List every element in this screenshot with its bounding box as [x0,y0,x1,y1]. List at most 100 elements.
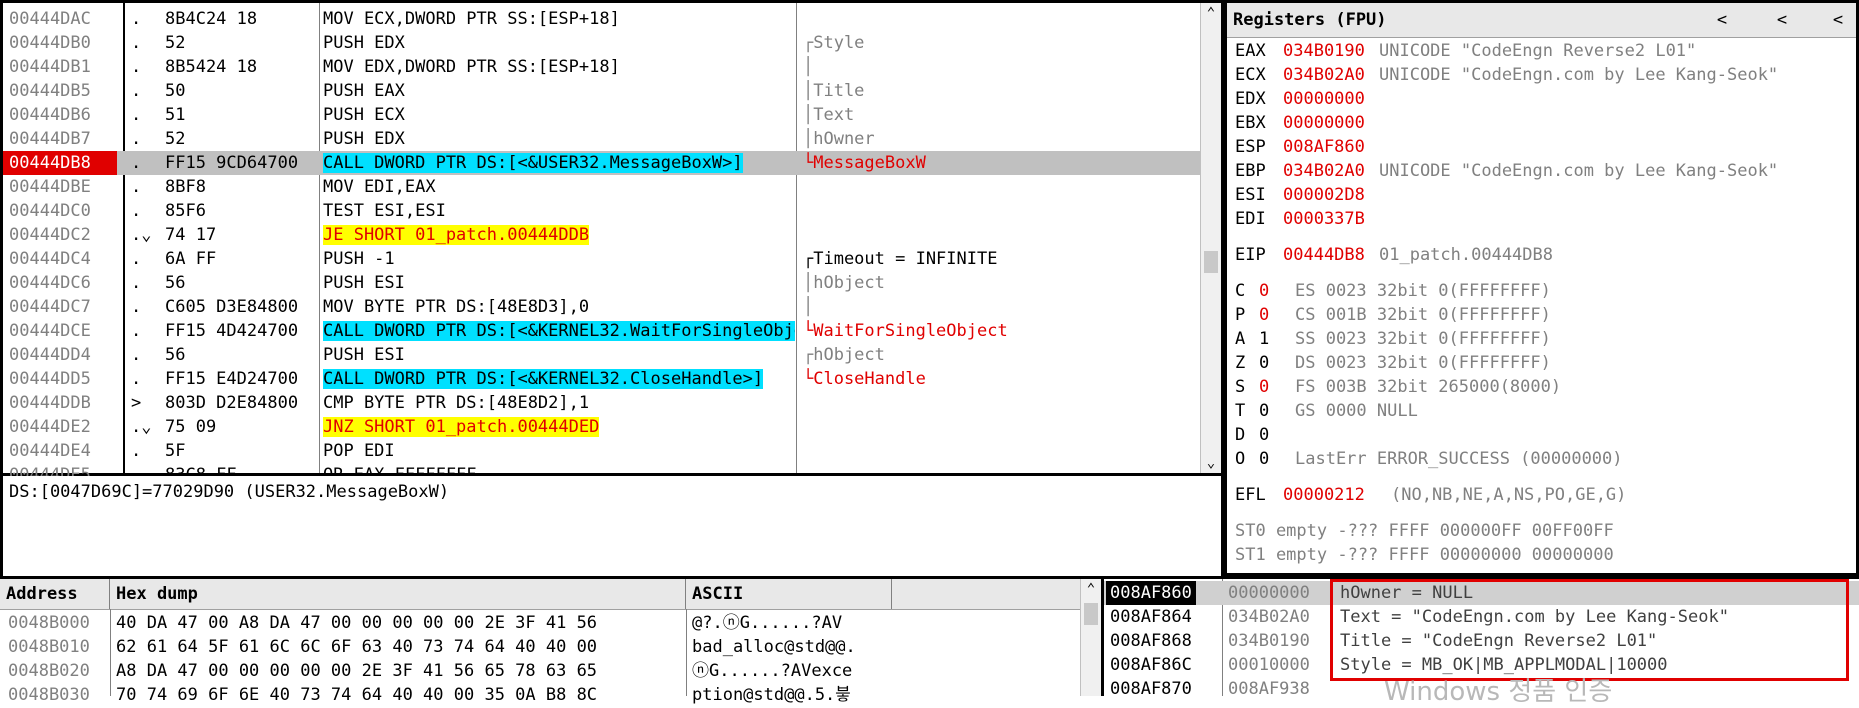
instruction-text: CMP BYTE PTR DS:[48E8D2],1 [323,393,590,413]
chevron-left-icon[interactable]: < [1823,3,1853,37]
register-row[interactable]: EBP 034B02A0 UNICODE "CodeEngn.com by Lee … [1235,159,1852,183]
instruction-cell: MOV EDX,DWORD PTR SS:[ESP+18] [323,55,795,79]
fpu-row[interactable]: ST1 empty -??? FFFF 00000000 00000000 [1235,543,1852,567]
register-value[interactable]: 0000337B [1283,207,1365,231]
flag-value[interactable]: 0 [1259,351,1269,375]
flag-value[interactable]: 0 [1259,447,1269,471]
flag-row[interactable]: S 0 FS 003B 32bit 265000(8000) [1235,375,1852,399]
chevron-down-icon[interactable]: ⌄ [1201,453,1221,473]
memory-dump-pane[interactable]: Address Hex dump ASCII 0048B000 40 DA 47 … [0,576,1104,705]
disasm-row[interactable]: 00444DB5. 50 PUSH EAX │Title [3,79,1221,103]
disasm-row[interactable]: 00444DC7. C605 D3E84800 MOV BYTE PTR DS:[4… [3,295,1221,319]
register-value[interactable]: 00444DB8 [1283,243,1365,267]
chevron-up-icon[interactable]: ⌃ [1201,3,1221,23]
flag-row[interactable]: A 1 SS 0023 32bit 0(FFFFFFFF) [1235,327,1852,351]
instruction-comment: │hObject [803,273,885,293]
disasm-row[interactable]: 00444DD4. 56 PUSH ESI ┌hObject [3,343,1221,367]
stack-value: 00000000 [1228,583,1310,603]
dump-row[interactable]: 0048B010 62 61 64 5F 61 6C 6C 6F 63 40 73… [0,635,1101,659]
instruction-address: 00444DB8 [3,151,117,175]
registers-pane[interactable]: Registers (FPU) < < < EAX 034B0190 UNICODE… [1224,0,1859,576]
instruction-cell: POP EDI [323,439,795,463]
scrollbar-thumb[interactable] [1084,603,1098,625]
chevron-left-icon[interactable]: < [1767,3,1797,37]
instruction-hex: 6A FF [165,249,217,269]
disasm-row[interactable]: 00444DC0. 85F6 TEST ESI,ESI [3,199,1221,223]
disasm-row[interactable]: 00444DB8. FF15 9CD64700 CALL DWORD PTR DS:… [3,151,1221,175]
register-value[interactable]: 034B02A0 [1283,159,1365,183]
register-value[interactable]: 034B0190 [1283,39,1365,63]
register-value[interactable]: 00000000 [1283,87,1365,111]
disasm-row[interactable]: 00444DB0. 52 PUSH EDX ┌Style [3,31,1221,55]
disasm-row[interactable]: 00444DD5. FF15 E4D24700 CALL DWORD PTR DS:… [3,367,1221,391]
column-header-ascii[interactable]: ASCII [686,579,892,609]
flag-row[interactable]: T 0 GS 0000 NULL [1235,399,1852,423]
disasm-row[interactable]: 00444DC6. 56 PUSH ESI │hObject [3,271,1221,295]
flag-row[interactable]: C 0 ES 0023 32bit 0(FFFFFFFF) [1235,279,1852,303]
stack-pane[interactable]: 008AF860 00000000 hOwner = NULL 008AF864 034… [1104,576,1859,707]
flag-row[interactable]: P 0 CS 001B 32bit 0(FFFFFFFF) [1235,303,1852,327]
disasm-row[interactable]: 00444DBE. 8BF8 MOV EDI,EAX [3,175,1221,199]
register-row[interactable]: ESP 008AF860 [1235,135,1852,159]
stack-address: 008AF860 [1106,581,1196,605]
register-row[interactable]: EDX 00000000 [1235,87,1852,111]
register-value[interactable]: 00000212 [1283,483,1365,507]
disasm-row[interactable]: 00444DC2 .⌄ 74 17 JE SHORT 01_patch.00444DD… [3,223,1221,247]
disasm-row[interactable]: 00444DB7. 52 PUSH EDX │hOwner [3,127,1221,151]
dump-row[interactable]: 0048B030 70 74 69 6F 6E 40 73 74 64 40 40… [0,683,1101,707]
register-row[interactable]: EDI 0000337B [1235,207,1852,231]
instruction-text: PUSH EDX [323,129,405,149]
registers-header[interactable]: Registers (FPU) < < < [1227,3,1856,38]
jump-marker: . [131,345,142,365]
disassembly-scrollbar[interactable]: ⌃ ⌄ [1200,3,1221,473]
register-value[interactable]: 008AF860 [1283,135,1365,159]
flag-value[interactable]: 0 [1259,375,1269,399]
register-value[interactable]: 000002D8 [1283,183,1365,207]
dump-hex: 70 74 69 6F 6E 40 73 74 64 40 40 00 35 0… [116,685,598,705]
dump-address: 0048B020 [8,661,90,681]
disasm-row[interactable]: 00444DDB >803D D2E84800 CMP BYTE PTR DS:[4… [3,391,1221,415]
flag-row[interactable]: O 0 LastErr ERROR_SUCCESS (00000000) [1235,447,1852,471]
flag-value[interactable]: 0 [1259,399,1269,423]
register-row[interactable]: EAX 034B0190 UNICODE "CodeEngn Reverse2 L0… [1235,39,1852,63]
register-row[interactable]: ESI 000002D8 [1235,183,1852,207]
disasm-row[interactable]: 00444DC4. 6A FF PUSH -1 ┌Timeout = INFINITE [3,247,1221,271]
register-row[interactable]: EBX 00000000 [1235,111,1852,135]
register-row-eip[interactable]: EIP 00444DB8 01_patch.00444DB8 [1235,243,1852,267]
instruction-text: MOV EDX,DWORD PTR SS:[ESP+18] [323,57,620,77]
flag-row[interactable]: D0 [1235,423,1852,447]
instruction-address: 00444DC7 [9,297,91,317]
instruction-text: PUSH -1 [323,249,395,269]
register-value[interactable]: 00000000 [1283,111,1365,135]
flag-row[interactable]: Z 0 DS 0023 32bit 0(FFFFFFFF) [1235,351,1852,375]
fpu-row[interactable]: ST0 empty -??? FFFF 000000FF 00FF00FF [1235,519,1852,543]
disasm-row[interactable]: 00444DB6. 51 PUSH ECX │Text [3,103,1221,127]
disasm-row[interactable]: 00444DAC. 8B4C24 18 MOV ECX,DWORD PTR SS:[… [3,7,1221,31]
column-header-address[interactable]: Address [0,579,110,609]
flag-value[interactable]: 1 [1259,327,1269,351]
register-name: EIP [1235,245,1266,265]
disasm-row[interactable]: 00444DE4. 5F POP EDI [3,439,1221,463]
flag-value[interactable]: 0 [1259,303,1269,327]
register-value[interactable]: 034B02A0 [1283,63,1365,87]
chevron-up-icon[interactable]: ⌃ [1081,579,1101,599]
scrollbar-thumb[interactable] [1204,251,1218,273]
chevron-left-icon[interactable]: < [1707,3,1737,37]
dump-scrollbar[interactable]: ⌃ [1080,579,1101,696]
disasm-row[interactable]: 00444DCE. FF15 4D424700 CALL DWORD PTR DS:… [3,319,1221,343]
flag-value[interactable]: 0 [1259,279,1269,303]
register-row-efl[interactable]: EFL 00000212 (NO,NB,NE,A,NS,PO,GE,G) [1235,483,1852,507]
column-header-hex[interactable]: Hex dump [110,579,686,609]
disasm-row[interactable]: 00444DE2 .⌄ 75 09 JNZ SHORT 01_patch.00444D… [3,415,1221,439]
disasm-row[interactable]: 00444DB1. 8B5424 18 MOV EDX,DWORD PTR SS:[… [3,55,1221,79]
dump-row[interactable]: 0048B020 A8 DA 47 00 00 00 00 00 2E 3F 41… [0,659,1101,683]
disassembly-pane[interactable]: 00444DAC. 8B4C24 18 MOV ECX,DWORD PTR SS:[… [0,0,1224,485]
instruction-hex: 85F6 [165,201,206,221]
jump-marker: . [131,9,142,29]
instruction-comment: │ [803,297,814,317]
jump-marker: . [131,273,142,293]
instruction-address: 00444DC4 [9,249,91,269]
flag-value[interactable]: 0 [1259,423,1269,447]
dump-row[interactable]: 0048B000 40 DA 47 00 A8 DA 47 00 00 00 00… [0,611,1101,635]
register-row[interactable]: ECX 034B02A0 UNICODE "CodeEngn.com by Lee … [1235,63,1852,87]
